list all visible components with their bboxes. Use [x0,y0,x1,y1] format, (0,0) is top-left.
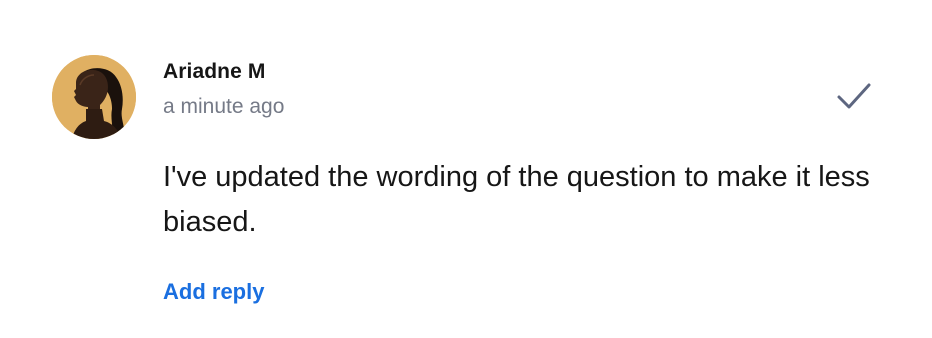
avatar [52,55,136,139]
avatar-portrait-icon [52,55,136,139]
author-name: Ariadne M [163,60,266,83]
resolve-button[interactable] [832,74,876,118]
add-reply-link[interactable]: Add reply [163,279,264,305]
comment-timestamp: a minute ago [163,95,285,118]
comment-card: Ariadne M a minute ago I've updated the … [0,0,932,338]
comment-body: I've updated the wording of the question… [163,161,870,238]
check-icon [837,83,871,109]
